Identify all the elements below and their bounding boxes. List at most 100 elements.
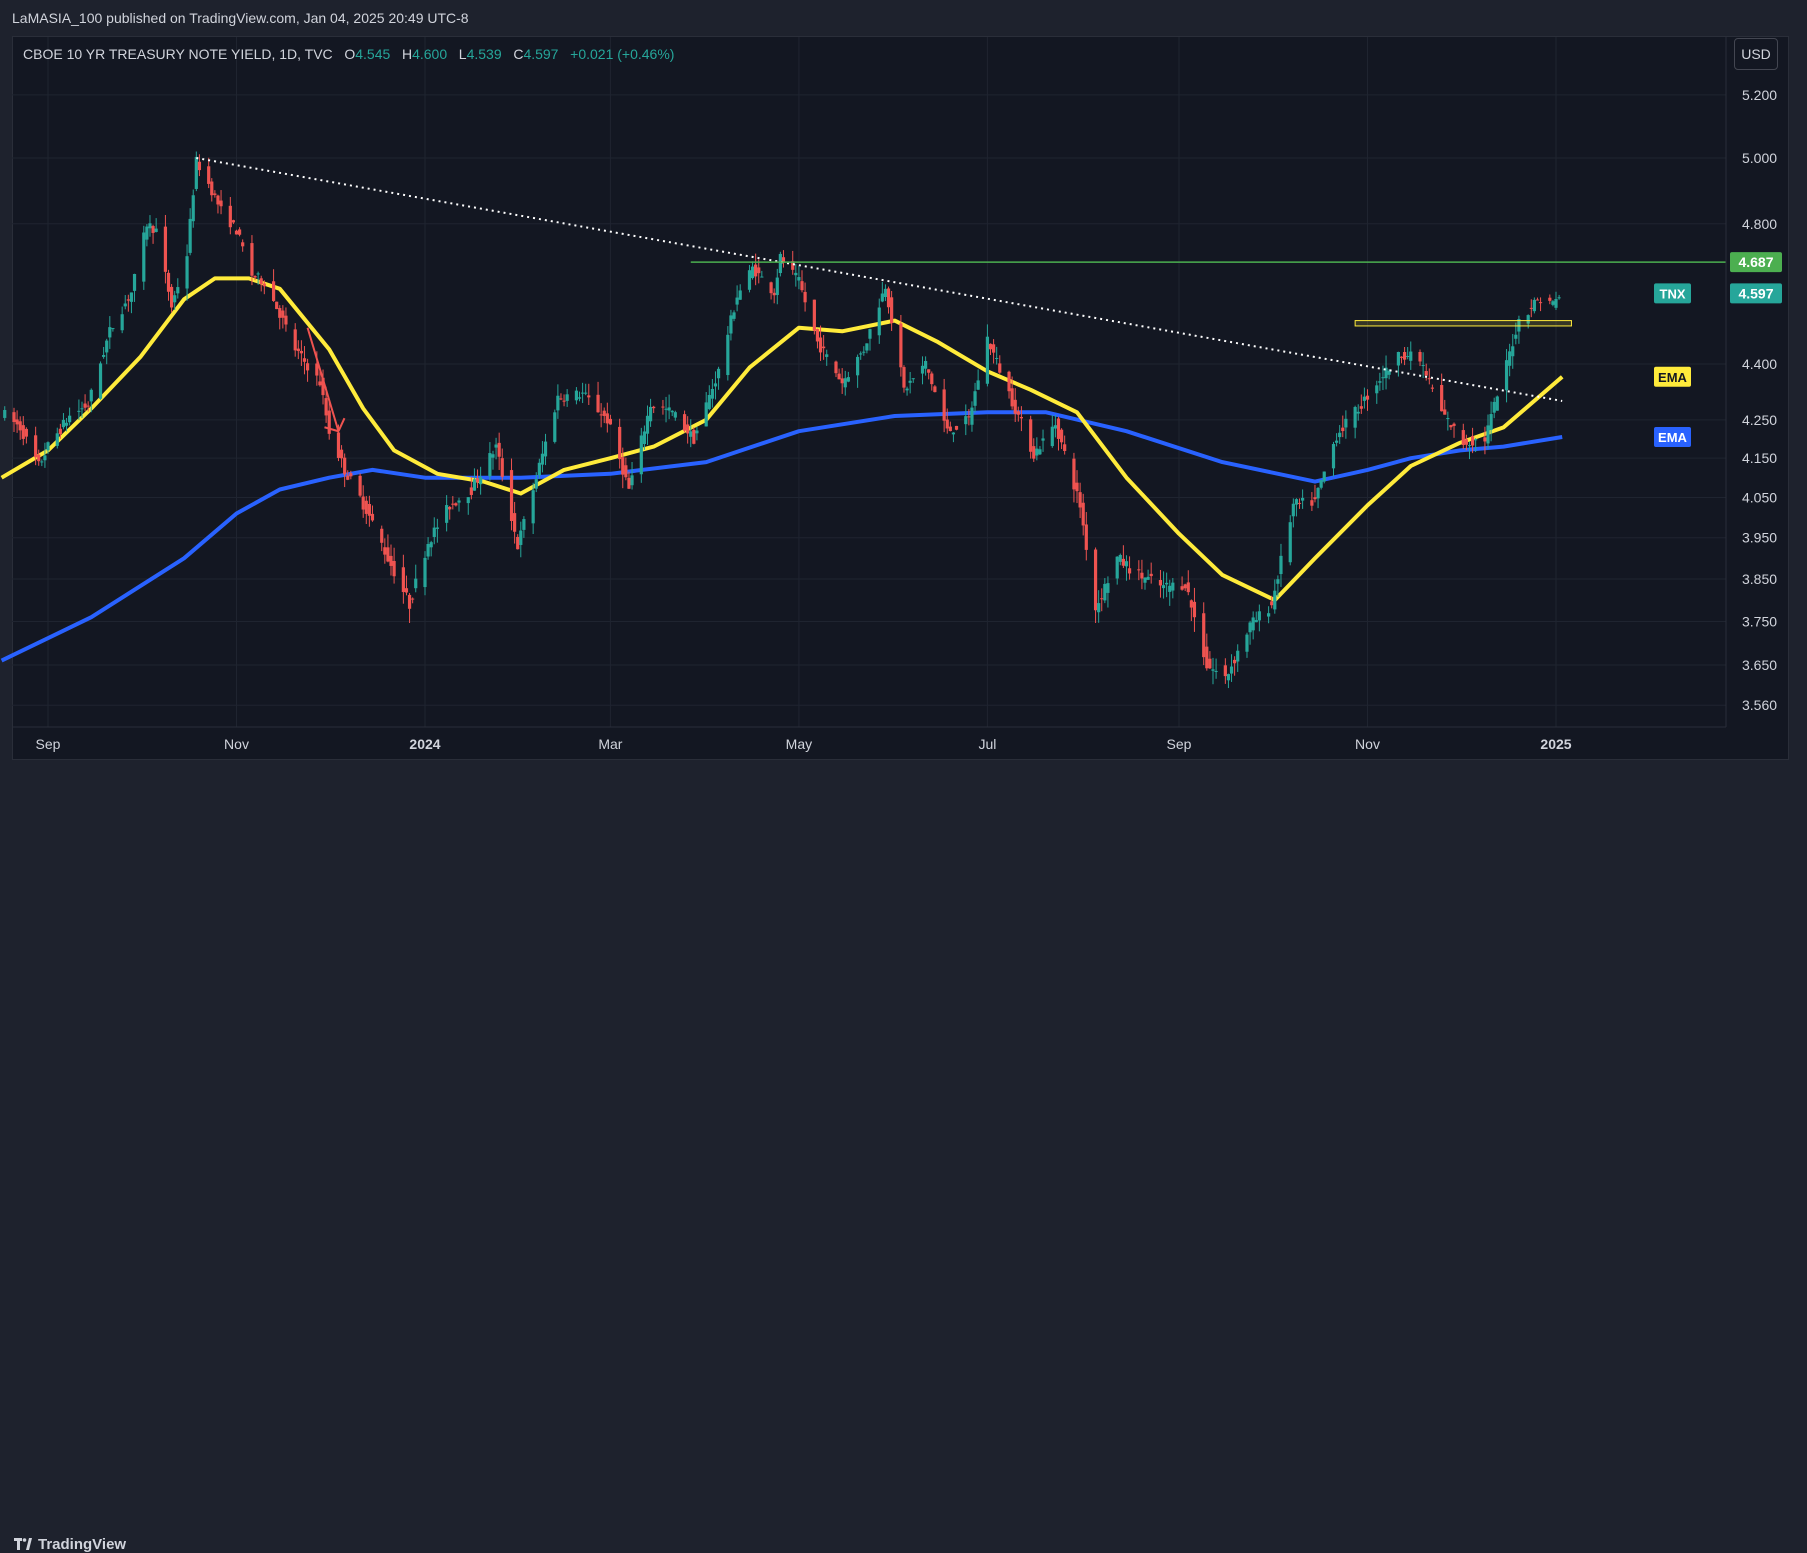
candle-body [299, 350, 303, 354]
candle-body [305, 363, 310, 371]
candle-body [367, 503, 371, 516]
symbol-name: CBOE 10 YR TREASURY NOTE YIELD, 1D, TVC [23, 46, 333, 62]
candle-body [1474, 439, 1478, 441]
tradingview-logo[interactable]: TradingView [14, 1536, 126, 1553]
candle-body [407, 594, 412, 609]
candle-body [933, 386, 937, 393]
candle-body [1208, 658, 1212, 669]
candle-body [1535, 299, 1540, 301]
candle-body [713, 383, 718, 387]
candle-body [173, 295, 177, 303]
annotations[interactable] [196, 157, 1726, 433]
candle-body [1019, 416, 1024, 419]
candle-body [1149, 573, 1153, 577]
candle-body [648, 406, 653, 422]
candle-body [234, 230, 239, 235]
candle-body [729, 315, 733, 334]
time-tick-label: 2024 [409, 736, 440, 752]
candle-body [98, 363, 103, 399]
candle-body [479, 477, 483, 485]
price-axis[interactable]: 5.200 5.000 4.800 4.400 4.250 4.150 4.050 3.950… [1725, 37, 1777, 727]
candle-body [580, 392, 585, 394]
candle-body [1171, 582, 1175, 591]
candle-body [89, 389, 93, 402]
candle-body [494, 444, 498, 448]
candle-body [343, 457, 347, 475]
candle-body [1180, 586, 1184, 590]
candle-body [1301, 497, 1305, 501]
candle-body [769, 282, 773, 294]
candle-body [12, 412, 16, 422]
candle-body [1504, 360, 1509, 391]
candle-body [877, 307, 881, 336]
time-tick-label: Mar [598, 736, 622, 752]
candle-body [1288, 522, 1292, 563]
candle-body [652, 406, 656, 409]
symbol-legend[interactable]: CBOE 10 YR TREASURY NOTE YIELD, 1D, TVC … [23, 46, 674, 62]
price-chart[interactable]: 5.200 5.000 4.800 4.400 4.250 4.150 4.050 3.950… [0, 0, 1807, 806]
candle-body [1313, 497, 1317, 500]
candle-body [1168, 585, 1172, 592]
candle-body [1032, 446, 1036, 459]
ema-slow-line [0, 410, 1563, 663]
candle-body [18, 421, 22, 431]
candle-body [1483, 437, 1487, 442]
candle-body [250, 243, 254, 276]
open-value: 4.545 [355, 46, 391, 62]
candle-body [1331, 444, 1336, 469]
time-axis[interactable]: Sep Nov 2024 Mar May Jul Sep Nov 2025 [12, 726, 1726, 752]
candle-body [148, 223, 152, 229]
candle-body [108, 327, 112, 338]
ema-fast-line [0, 276, 1564, 603]
price-tick-label: 5.200 [1742, 87, 1777, 103]
candle-body [231, 220, 236, 223]
candle-body [519, 530, 523, 545]
currency-button[interactable]: USD [1734, 38, 1778, 70]
ema-fast-path [0, 276, 1564, 603]
candle-body [284, 315, 288, 325]
candle-body [794, 272, 798, 276]
candle-body [435, 527, 439, 529]
candle-body [775, 277, 779, 296]
candle-body [738, 290, 742, 300]
candle-body [414, 578, 418, 589]
candle-body [349, 473, 353, 477]
candle-body [856, 356, 860, 376]
candle-body [1529, 307, 1533, 309]
candle-body [1050, 426, 1054, 447]
candle-body [537, 462, 541, 476]
candle-body [797, 277, 801, 281]
candle-body [1205, 646, 1209, 669]
candle-body [692, 429, 696, 444]
candle-body [735, 297, 739, 305]
candle-body [404, 588, 409, 593]
candle-body [34, 435, 38, 458]
candle-body [1059, 429, 1064, 443]
candle-body [1344, 418, 1348, 428]
candle-body [132, 273, 137, 291]
candle-body [710, 388, 714, 399]
candle-body [1334, 440, 1339, 443]
candle-body [275, 301, 279, 310]
candle-body [522, 519, 526, 530]
candle-body [689, 431, 693, 437]
candle-body [185, 256, 189, 289]
price-label-text: 4.597 [1738, 285, 1773, 301]
candle-body [837, 373, 841, 380]
candle-body [559, 398, 563, 400]
candle-body [577, 397, 582, 399]
candle-body [667, 407, 671, 411]
candle-body [55, 433, 59, 446]
candle-body [661, 406, 665, 408]
candle-body [451, 503, 455, 505]
candle-body [732, 312, 736, 319]
candle-body [1183, 584, 1187, 589]
time-tick-label: 2025 [1540, 736, 1571, 752]
candle-body [68, 415, 72, 423]
candle-body [262, 283, 266, 287]
candle-body [256, 273, 260, 275]
candle-body [432, 527, 436, 537]
candle-body [241, 242, 245, 247]
candle-body [151, 226, 155, 233]
candle-body [500, 458, 504, 477]
